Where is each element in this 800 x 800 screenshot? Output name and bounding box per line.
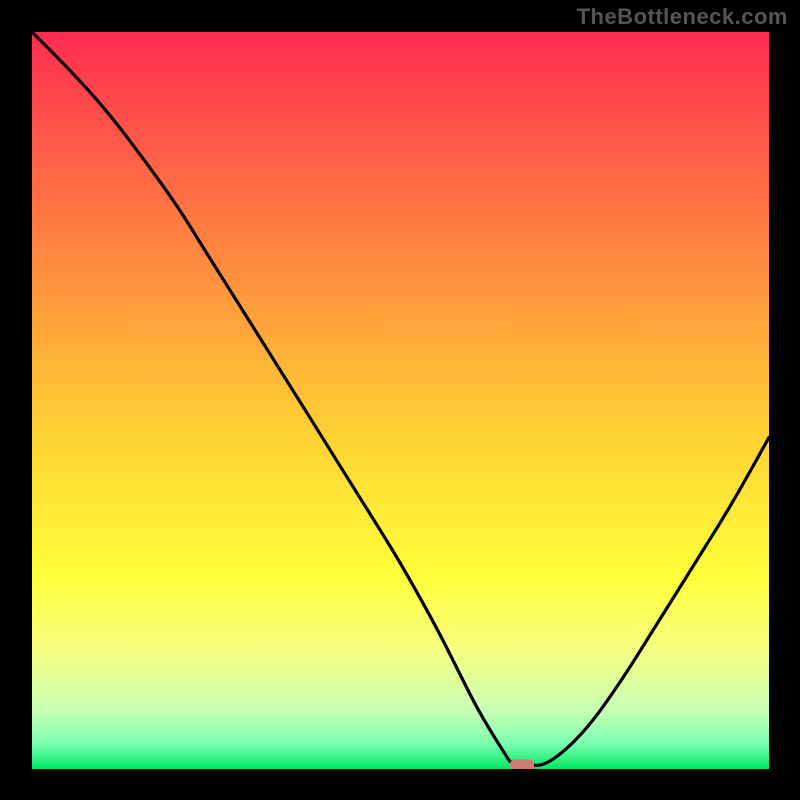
watermark-text: TheBottleneck.com: [577, 4, 788, 30]
plot-area: [31, 32, 769, 770]
chart-container: TheBottleneck.com: [0, 0, 800, 800]
curve-path: [32, 32, 769, 765]
bottleneck-curve: [32, 32, 769, 769]
optimal-marker: [510, 759, 534, 769]
